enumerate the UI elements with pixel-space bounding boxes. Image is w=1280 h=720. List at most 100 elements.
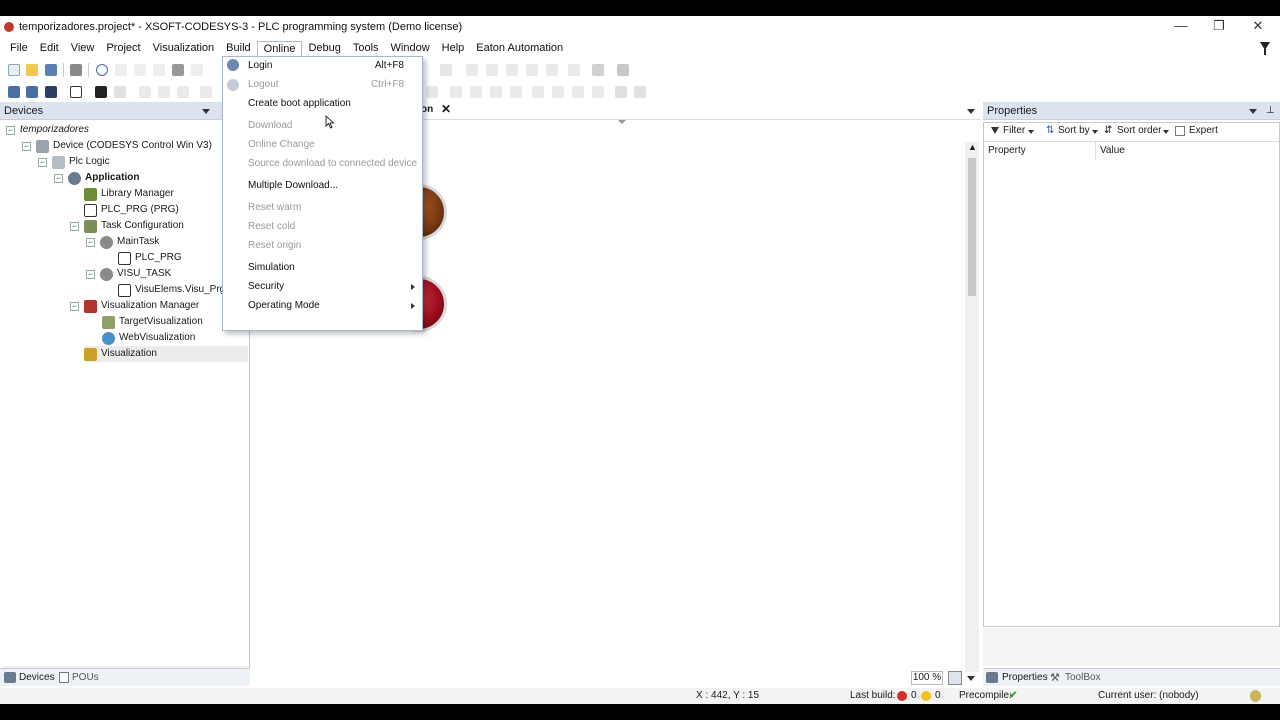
tree-node-project[interactable]: − temporizadores	[6, 122, 89, 138]
menu-item-create-boot-application[interactable]: Create boot application	[223, 95, 422, 113]
tree-node-library-manager[interactable]: Library Manager	[84, 186, 174, 202]
close-button[interactable]: ✕	[1251, 19, 1265, 33]
warning-count[interactable]: 0	[935, 688, 941, 704]
tree-node-visualization-manager[interactable]: − Visualization Manager	[70, 298, 199, 314]
toolbar-icon[interactable]	[572, 86, 584, 98]
toolbar-icon[interactable]	[490, 86, 502, 98]
tree-node-application[interactable]: − Application	[54, 170, 139, 186]
menu-view[interactable]: View	[65, 41, 101, 55]
tree-node-target-visualization[interactable]: TargetVisualization	[102, 314, 203, 330]
precompile-ok-icon[interactable]: ✔	[1009, 688, 1017, 704]
menu-debug[interactable]: Debug	[302, 41, 346, 55]
toolbar-icon[interactable]	[45, 86, 57, 98]
toolbar-icon[interactable]	[200, 86, 212, 98]
tree-node-task-configuration[interactable]: − Task Configuration	[70, 218, 184, 234]
toolbar-icon[interactable]	[114, 86, 126, 98]
minimize-button[interactable]: —	[1174, 19, 1188, 33]
toolbar-icon[interactable]	[426, 86, 438, 98]
close-tab-icon[interactable]: ✕	[441, 102, 451, 116]
redo-icon[interactable]	[115, 64, 127, 76]
tree-node-maintask[interactable]: − MainTask	[86, 234, 159, 250]
toolbar-icon[interactable]	[95, 86, 107, 98]
tab-properties[interactable]: Properties	[1002, 672, 1048, 683]
sort-by-dropdown-icon[interactable]	[1092, 130, 1098, 134]
editor-vertical-scrollbar[interactable]: ▲	[965, 142, 979, 672]
print-icon[interactable]	[70, 64, 82, 76]
delete-icon[interactable]	[191, 64, 203, 76]
toolbar-icon[interactable]	[470, 86, 482, 98]
maximize-button[interactable]: ❐	[1212, 19, 1226, 33]
undo-icon[interactable]	[96, 64, 108, 76]
error-count[interactable]: 0	[911, 688, 917, 704]
tree-node-plc-logic[interactable]: − Plc Logic	[38, 154, 110, 170]
toolbar-icon[interactable]	[568, 64, 580, 76]
new-project-icon[interactable]	[8, 64, 20, 76]
menu-item-reset-cold[interactable]: Reset cold	[223, 218, 422, 236]
tab-list-dropdown-icon[interactable]	[967, 109, 975, 114]
expert-checkbox[interactable]	[1175, 126, 1185, 136]
scroll-up-icon[interactable]: ▲	[968, 142, 977, 152]
column-header-property[interactable]: Property	[984, 142, 1096, 160]
toolbar-icon[interactable]	[139, 86, 151, 98]
tree-node-visu-task[interactable]: − VISU_TASK	[86, 266, 171, 282]
scrollbar-thumb[interactable]	[968, 158, 976, 296]
tab-devices[interactable]: Devices	[19, 672, 55, 683]
menu-item-reset-warm[interactable]: Reset warm	[223, 199, 422, 217]
zoom-dropdown-icon[interactable]	[967, 676, 975, 681]
toolbar-icon[interactable]	[506, 64, 518, 76]
menu-file[interactable]: File	[4, 41, 34, 55]
menu-edit[interactable]: Edit	[34, 41, 65, 55]
sort-order-button[interactable]: Sort order	[1117, 125, 1161, 136]
paste-icon[interactable]	[172, 64, 184, 76]
toolbar-icon[interactable]	[177, 86, 189, 98]
toolbar-icon[interactable]	[617, 64, 629, 76]
toolbar-icon[interactable]	[615, 86, 627, 98]
toolbar-icon[interactable]	[26, 86, 38, 98]
panel-menu-icon[interactable]	[1249, 109, 1257, 114]
collapse-icon[interactable]: −	[86, 269, 95, 279]
tree-node-web-visualization[interactable]: WebVisualization	[102, 330, 195, 346]
collapse-icon[interactable]: −	[6, 125, 15, 135]
rectangle-icon[interactable]	[70, 86, 82, 98]
cut-icon[interactable]	[134, 64, 146, 76]
menu-help[interactable]: Help	[436, 41, 471, 55]
toolbar-icon[interactable]	[510, 86, 522, 98]
menu-build[interactable]: Build	[220, 41, 256, 55]
filter-icon[interactable]	[991, 127, 999, 134]
collapse-icon[interactable]: −	[22, 141, 31, 151]
tab-pous[interactable]: POUs	[72, 672, 99, 683]
filter-funnel-icon[interactable]	[1260, 42, 1270, 55]
toolbar-icon[interactable]	[158, 86, 170, 98]
collapse-icon[interactable]: −	[70, 301, 79, 311]
menu-item-security[interactable]: Security	[223, 278, 422, 296]
filter-dropdown-icon[interactable]	[1028, 130, 1034, 134]
save-icon[interactable]	[45, 64, 57, 76]
column-header-value[interactable]: Value	[1097, 142, 1277, 160]
toolbar-icon[interactable]	[466, 64, 478, 76]
menu-tools[interactable]: Tools	[347, 41, 385, 55]
filter-button[interactable]: Filter	[1003, 125, 1025, 136]
toolbar-icon[interactable]	[634, 86, 646, 98]
menu-eaton-automation[interactable]: Eaton Automation	[470, 41, 569, 55]
menu-item-login[interactable]: Login Alt+F8	[223, 57, 422, 75]
tree-node-maintask-plc-prg[interactable]: PLC_PRG	[118, 250, 182, 266]
toolbar-icon[interactable]	[592, 64, 604, 76]
toolbar-icon[interactable]	[486, 64, 498, 76]
menu-online[interactable]: Online	[256, 40, 303, 56]
zoom-magnifier-icon[interactable]	[948, 671, 962, 685]
toolbar-icon[interactable]	[450, 86, 462, 98]
menu-item-logout[interactable]: Logout Ctrl+F8	[223, 76, 422, 94]
menu-item-operating-mode[interactable]: Operating Mode	[223, 297, 422, 315]
menu-item-simulation[interactable]: Simulation	[223, 259, 422, 277]
toolbar-icon[interactable]	[532, 86, 544, 98]
user-shield-icon[interactable]	[1250, 690, 1261, 702]
toolbar-icon[interactable]	[546, 64, 558, 76]
menu-project[interactable]: Project	[100, 41, 146, 55]
menu-window[interactable]: Window	[385, 41, 436, 55]
menu-item-online-change[interactable]: Online Change	[223, 136, 422, 154]
collapse-icon[interactable]: −	[86, 237, 95, 247]
copy-icon[interactable]	[153, 64, 165, 76]
tree-node-visualization[interactable]: Visualization	[84, 346, 248, 362]
tree-node-device[interactable]: − Device (CODESYS Control Win V3)	[22, 138, 212, 154]
toolbar-icon[interactable]	[552, 86, 564, 98]
